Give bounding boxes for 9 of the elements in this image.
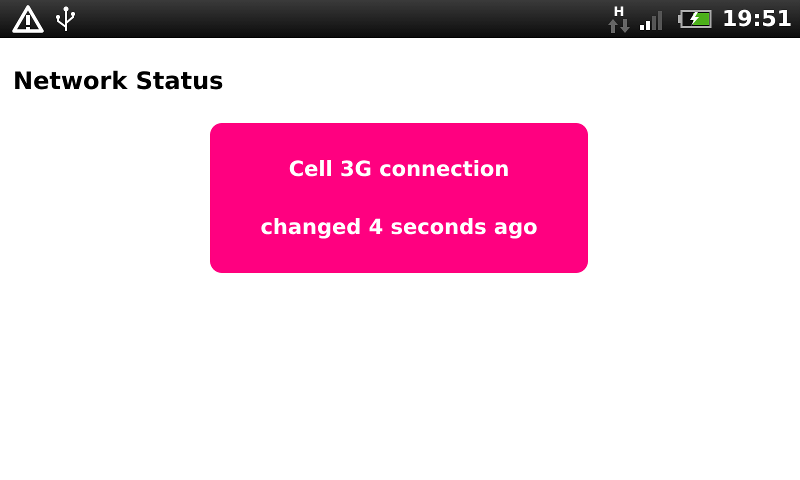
status-text: Cell 3G connection bbox=[288, 156, 510, 183]
network-type: H bbox=[614, 6, 624, 18]
data-arrows-icon bbox=[608, 18, 630, 32]
clock: 19:51 bbox=[722, 6, 792, 32]
page-title: Network Status bbox=[12, 66, 224, 96]
battery-icon bbox=[678, 9, 712, 29]
usb-icon bbox=[54, 5, 76, 33]
warning-icon bbox=[12, 5, 44, 33]
status-text: changed 4 seconds ago bbox=[260, 214, 538, 241]
